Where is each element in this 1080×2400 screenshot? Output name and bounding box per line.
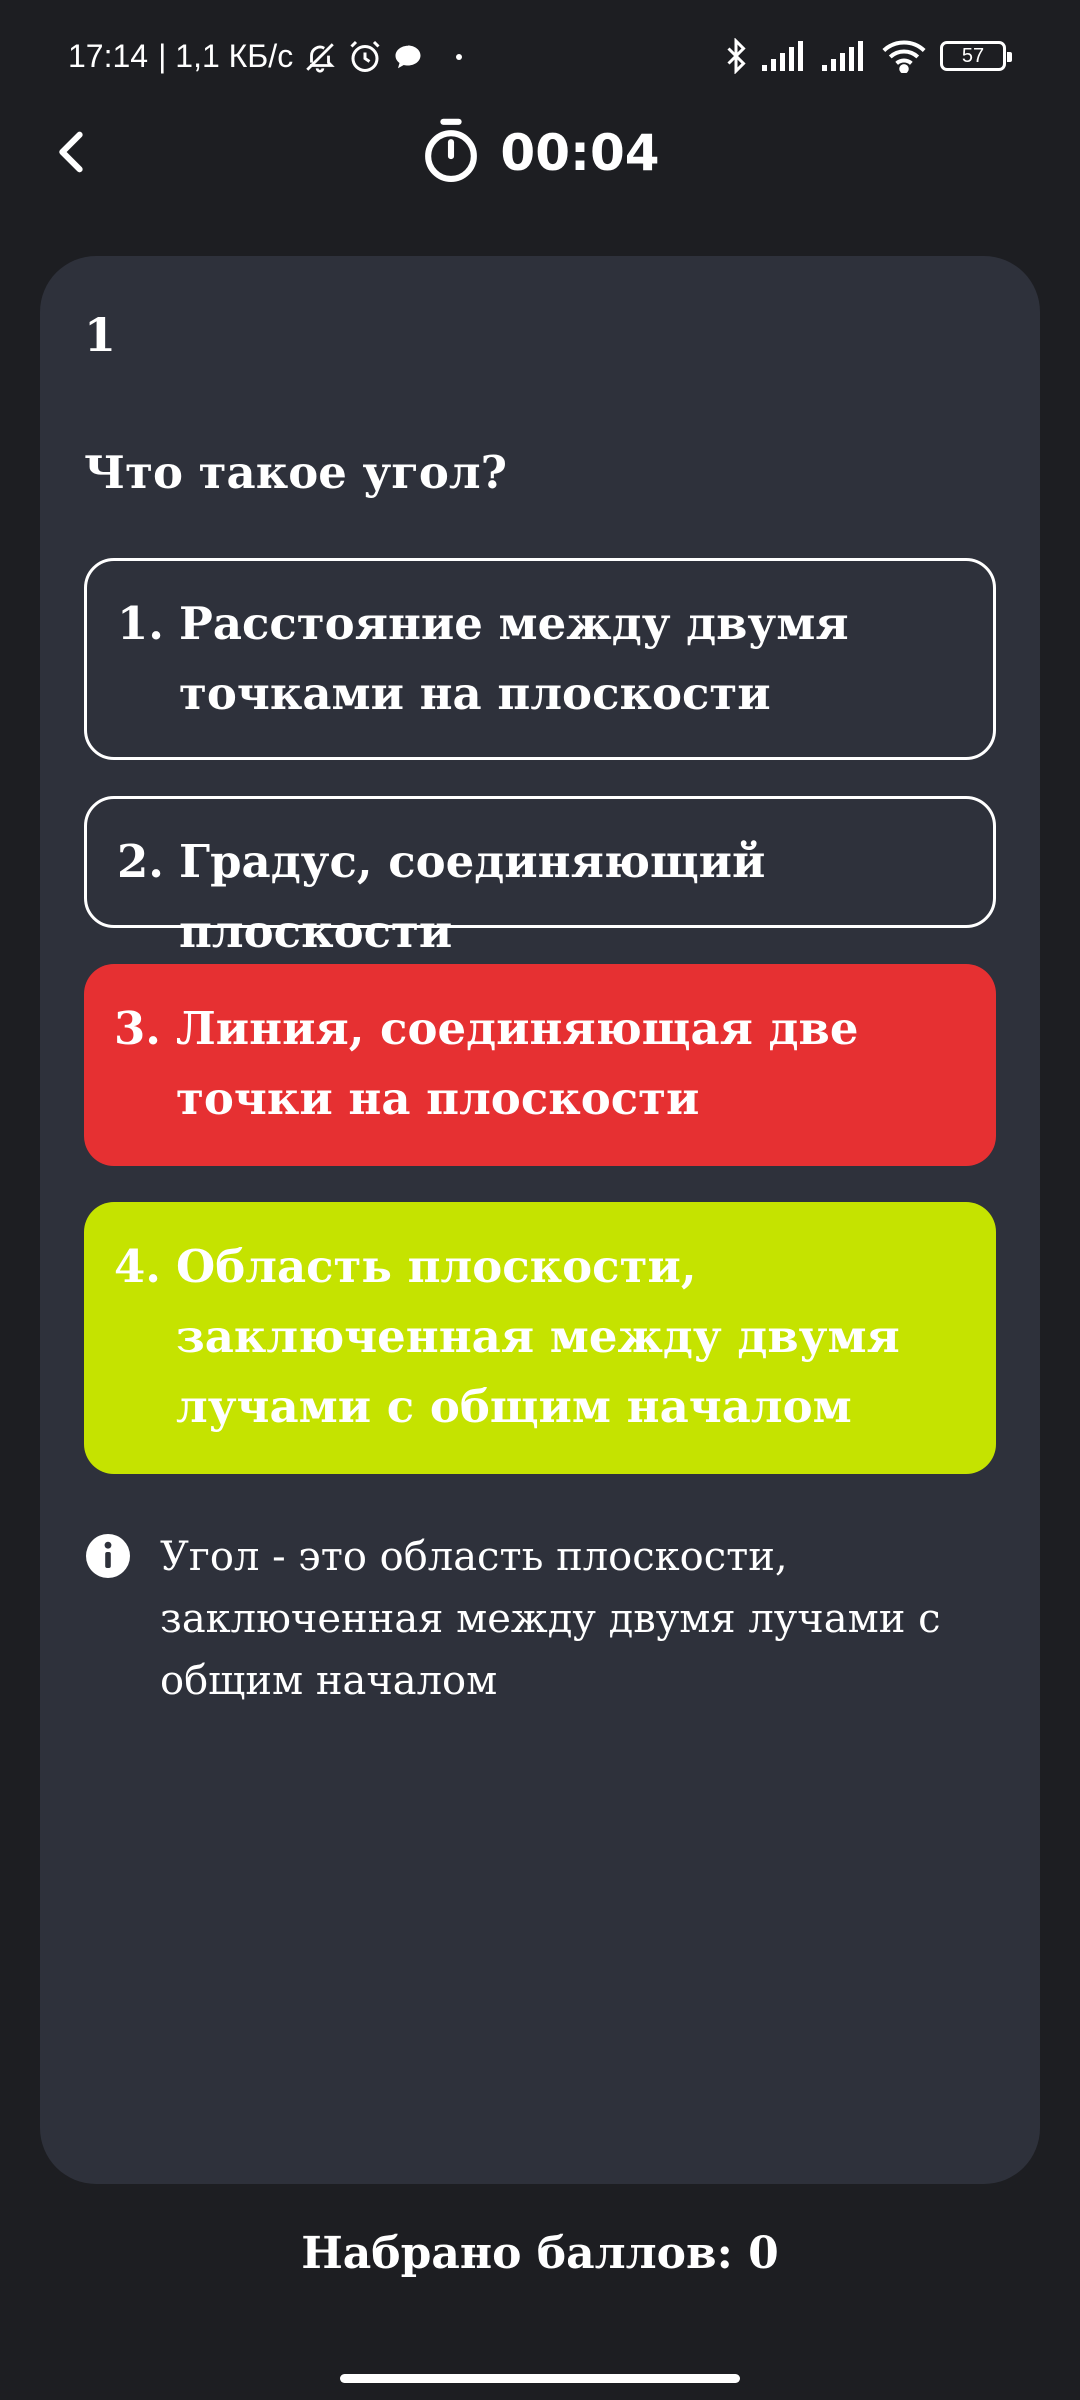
status-speed: | 1,1 КБ/с <box>158 38 294 74</box>
question-card: 1 Что такое угол? 1. Расстояние между дв… <box>40 256 1040 2184</box>
status-bar: 17:14 | 1,1 КБ/с 57 <box>0 0 1080 120</box>
answer-number: 4. <box>114 1240 161 1293</box>
answer-option-4-correct[interactable]: 4. Область плоскости, заключенная между … <box>84 1202 996 1474</box>
explanation: Угол - это область плоскости, заключенна… <box>84 1526 984 1712</box>
question-text: Что такое угол? <box>84 446 507 499</box>
signal-icon <box>822 41 868 71</box>
status-left: 17:14 | 1,1 КБ/с <box>68 38 463 75</box>
alarm-icon <box>347 39 383 75</box>
explanation-text: Угол - это область плоскости, заключенна… <box>160 1534 941 1704</box>
status-time: 17:14 <box>68 38 149 74</box>
dot-icon <box>455 53 463 61</box>
bell-off-icon <box>303 40 337 74</box>
answer-text: Область плоскости, заключенная между дву… <box>176 1240 900 1433</box>
question-number: 1 <box>84 308 117 362</box>
score-label: Набрано баллов: 0 <box>301 2228 779 2279</box>
answer-text: Расстояние между двумя точками на плоско… <box>179 597 849 720</box>
timer-value: 00:04 <box>500 124 660 182</box>
timer: 00:04 <box>0 118 1080 188</box>
wifi-icon <box>882 39 926 73</box>
answer-text: Градус, соединяющий плоскости <box>179 835 766 958</box>
answer-option-1[interactable]: 1. Расстояние между двумя точками на пло… <box>84 558 996 760</box>
answer-option-3-wrong[interactable]: 3. Линия, соединяющая две точки на плоск… <box>84 964 996 1166</box>
header: 00:04 <box>0 110 1080 200</box>
signal-icon <box>762 41 808 71</box>
home-indicator[interactable] <box>340 2374 740 2383</box>
answer-option-2[interactable]: 2. Градус, соединяющий плоскости <box>84 796 996 958</box>
answer-number: 2. <box>117 835 164 888</box>
status-right: 57 <box>724 38 1012 74</box>
battery-icon: 57 <box>940 41 1012 71</box>
answer-number: 1. <box>117 597 164 650</box>
answer-text: Линия, соединяющая две точки на плоскост… <box>176 1002 859 1125</box>
answer-number: 3. <box>114 1002 161 1055</box>
chat-bubble-icon <box>393 42 423 72</box>
info-icon <box>84 1532 132 1584</box>
bluetooth-icon <box>724 38 748 74</box>
stopwatch-icon <box>420 118 482 188</box>
battery-level: 57 <box>961 45 985 67</box>
